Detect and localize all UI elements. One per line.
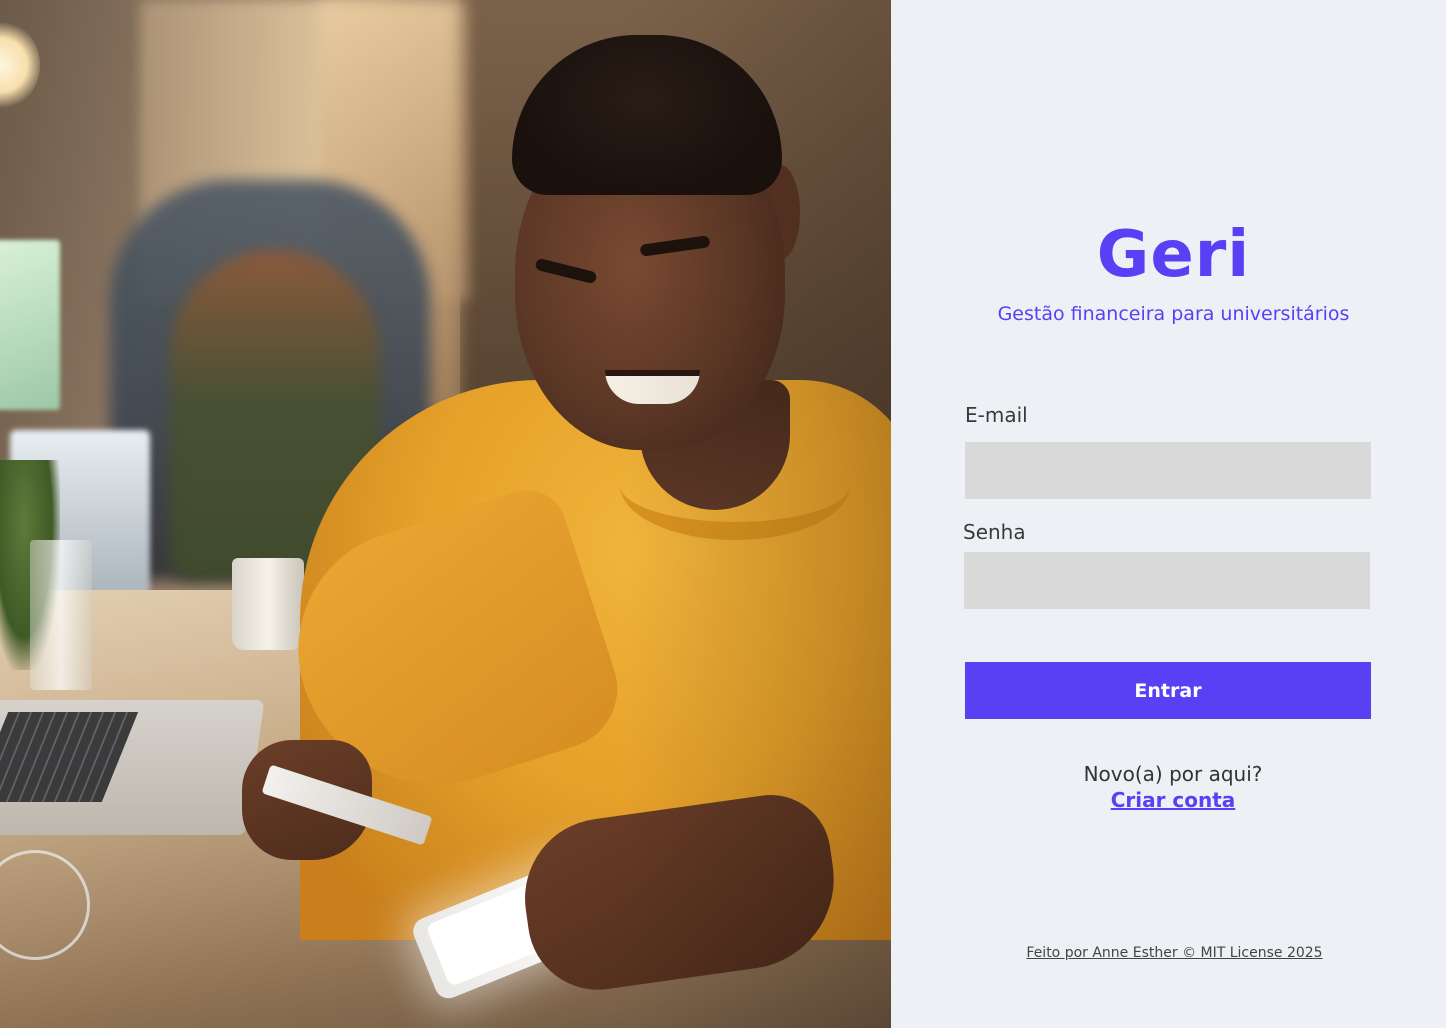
footer: Feito por Anne Esther © MIT License 2025 bbox=[891, 942, 1446, 961]
password-label: Senha bbox=[963, 520, 1026, 544]
login-page: Geri Gestão financeira para universitári… bbox=[0, 0, 1446, 1028]
login-button[interactable]: Entrar bbox=[965, 662, 1371, 719]
brand-tagline: Gestão financeira para universitários bbox=[997, 303, 1350, 325]
email-field[interactable] bbox=[965, 442, 1371, 499]
hero-vignette bbox=[0, 0, 891, 1028]
password-field[interactable] bbox=[964, 552, 1370, 609]
signup-link-wrapper: Criar conta bbox=[891, 788, 1446, 812]
footer-credit: Feito por Anne Esther © MIT License 2025 bbox=[1026, 945, 1323, 961]
signup-prompt: Novo(a) por aqui? bbox=[1083, 762, 1263, 786]
email-label: E-mail bbox=[965, 403, 1028, 427]
brand-logo: Geri bbox=[1096, 218, 1251, 292]
create-account-link[interactable]: Criar conta bbox=[1111, 788, 1236, 812]
hero-photo bbox=[0, 0, 891, 1028]
login-panel: Geri Gestão financeira para universitári… bbox=[891, 0, 1446, 1028]
